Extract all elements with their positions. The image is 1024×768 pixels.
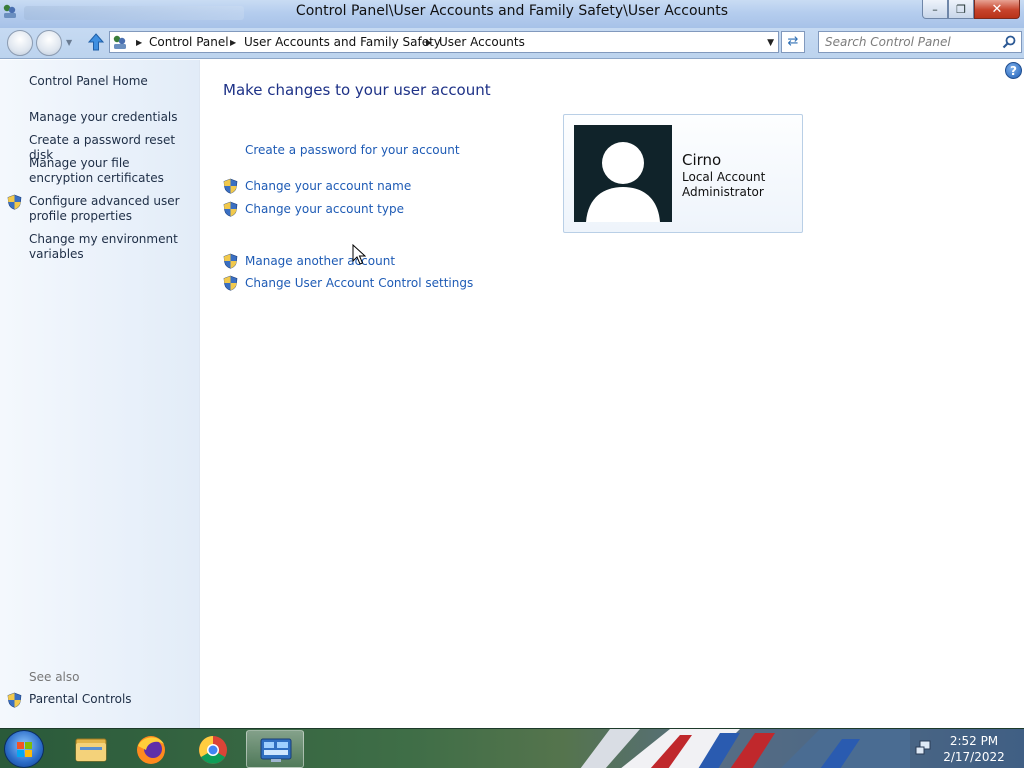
title-bar: Control Panel\User Accounts and Family S… — [0, 0, 1024, 28]
navigation-bar: ▼ ▶ Control Panel ▶ User Accounts and Fa… — [0, 28, 1024, 59]
control-panel-home-link[interactable]: Control Panel Home — [29, 74, 189, 89]
taskbar-clock[interactable]: 2:52 PM 2/17/2022 — [942, 733, 1006, 765]
search-icon[interactable] — [1001, 34, 1017, 50]
minimize-button[interactable]: – — [922, 0, 948, 19]
user-silhouette-icon — [586, 142, 660, 222]
shield-icon — [223, 178, 238, 194]
refresh-button[interactable]: ⇄ — [781, 31, 805, 53]
taskbar: 2:52 PM 2/17/2022 — [0, 728, 1024, 768]
taskbar-control-panel-button[interactable] — [246, 730, 304, 768]
breadcrumb-user-accounts-family-safety[interactable]: User Accounts and Family Safety — [244, 35, 441, 49]
search-box[interactable] — [818, 31, 1022, 53]
firefox-icon — [137, 736, 165, 764]
close-button[interactable]: ✕ — [974, 0, 1020, 19]
user-role: Administrator — [682, 185, 764, 199]
parental-controls-link[interactable]: Parental Controls — [29, 692, 189, 707]
change-account-type-link[interactable]: Change your account type — [245, 202, 404, 216]
address-bar[interactable]: ▶ Control Panel ▶ User Accounts and Fami… — [109, 31, 779, 53]
user-account-type: Local Account — [682, 170, 766, 184]
chrome-icon — [199, 736, 227, 764]
user-avatar — [574, 125, 672, 222]
breadcrumb-control-panel[interactable]: Control Panel — [149, 35, 229, 49]
wallpaper-scene — [580, 729, 910, 768]
shield-icon — [7, 692, 22, 708]
breadcrumb-separator-icon[interactable]: ▶ — [426, 38, 432, 47]
window-controls: – ❐ ✕ — [922, 0, 1020, 20]
page-title: Make changes to your user account — [223, 81, 491, 99]
shield-icon — [7, 194, 22, 210]
user-account-card: Cirno Local Account Administrator — [563, 114, 803, 233]
back-button[interactable] — [7, 30, 33, 56]
manage-credentials-link[interactable]: Manage your credentials — [29, 110, 189, 125]
breadcrumb-separator-icon[interactable]: ▶ — [230, 38, 236, 47]
start-button[interactable] — [4, 730, 44, 768]
breadcrumb-separator-icon[interactable]: ▶ — [136, 38, 142, 47]
window-title: Control Panel\User Accounts and Family S… — [295, 3, 729, 19]
folder-icon — [75, 738, 107, 762]
manage-another-account-link[interactable]: Manage another account — [245, 254, 395, 268]
taskbar-file-explorer-button[interactable] — [62, 730, 120, 768]
user-name: Cirno — [682, 151, 722, 169]
file-encryption-certificates-link[interactable]: Manage your file encryption certificates — [29, 156, 189, 186]
create-password-link[interactable]: Create a password for your account — [245, 143, 460, 157]
see-also-label: See also — [29, 670, 80, 684]
control-panel-icon — [113, 35, 126, 49]
breadcrumb-user-accounts[interactable]: User Accounts — [439, 35, 525, 49]
up-arrow-icon[interactable] — [86, 32, 106, 52]
network-icon[interactable] — [914, 739, 932, 757]
taskbar-firefox-button[interactable] — [122, 730, 180, 768]
mouse-cursor-icon — [352, 244, 366, 265]
windows-logo-icon — [17, 742, 32, 757]
shield-icon — [223, 201, 238, 217]
taskbar-chrome-button[interactable] — [184, 730, 242, 768]
environment-variables-link[interactable]: Change my environment variables — [29, 232, 189, 262]
help-button[interactable]: ? — [1005, 62, 1022, 79]
left-pane: Control Panel Home Manage your credentia… — [0, 60, 200, 728]
refresh-icon: ⇄ — [787, 34, 799, 49]
shield-icon — [223, 253, 238, 269]
control-panel-icon — [260, 738, 292, 762]
restore-icon: ❐ — [956, 2, 966, 16]
close-icon: ✕ — [991, 1, 1003, 17]
restore-button[interactable]: ❐ — [948, 0, 974, 19]
advanced-user-profile-link[interactable]: Configure advanced user profile properti… — [29, 194, 189, 224]
uac-settings-link[interactable]: Change User Account Control settings — [245, 276, 473, 290]
clock-date: 2/17/2022 — [943, 750, 1005, 764]
search-input[interactable] — [825, 34, 995, 50]
change-account-name-link[interactable]: Change your account name — [245, 179, 411, 193]
shield-icon — [223, 275, 238, 291]
recent-pages-chevron-down-icon[interactable]: ▼ — [66, 38, 72, 47]
clock-time: 2:52 PM — [949, 734, 999, 748]
forward-button[interactable] — [36, 30, 62, 56]
minimize-icon: – — [932, 2, 938, 16]
address-history-chevron-down-icon[interactable]: ▼ — [767, 38, 774, 48]
